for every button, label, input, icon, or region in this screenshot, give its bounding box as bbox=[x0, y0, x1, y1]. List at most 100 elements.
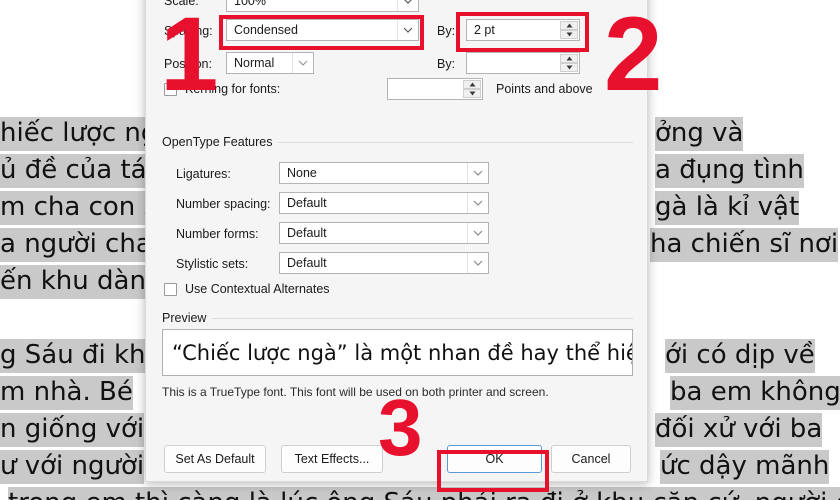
document-text-run: ủ đề của tác bbox=[0, 154, 161, 188]
number-spacing-value: Default bbox=[287, 196, 327, 210]
document-text-run: ha chiến sĩ nơi bbox=[650, 228, 839, 262]
document-text-line: gà là kỉ vật bbox=[655, 189, 800, 226]
spacing-value: Condensed bbox=[234, 23, 298, 37]
contextual-alternates-row: Use Contextual Alternates bbox=[164, 282, 330, 296]
set-as-default-label: Set As Default bbox=[175, 452, 255, 466]
kerning-spin-buttons[interactable] bbox=[463, 80, 481, 98]
document-text-run: hiếc lược ng bbox=[0, 117, 158, 151]
number-forms-label: Number forms: bbox=[176, 227, 259, 241]
document-text-line: n giống với bbox=[0, 411, 145, 448]
contextual-alternates-checkbox[interactable] bbox=[164, 282, 177, 296]
position-value: Normal bbox=[234, 56, 275, 70]
document-text-line: ba em không bbox=[670, 374, 840, 411]
document-text-line: m nhà. Bé bbox=[0, 374, 133, 411]
number-spacing-label: Number spacing: bbox=[176, 197, 271, 211]
document-text-line: ởng và bbox=[655, 115, 744, 152]
chevron-down-icon[interactable] bbox=[292, 53, 313, 73]
spacing-by-label: By: bbox=[437, 24, 456, 38]
kerning-suffix-label: Points and above bbox=[496, 82, 593, 96]
document-text-line: ha chiến sĩ nơi bbox=[650, 226, 839, 263]
spinner-down-icon[interactable] bbox=[463, 89, 481, 98]
spinner-down-icon[interactable] bbox=[560, 30, 578, 39]
document-text-line: a đụng tình bbox=[655, 152, 804, 189]
document-text-run: ức dậy mãnh bbox=[660, 450, 830, 484]
document-text-line: ến khu dàn bbox=[0, 263, 146, 300]
document-text-line: ư với người bbox=[0, 448, 145, 485]
position-combo[interactable]: Normal bbox=[226, 52, 314, 74]
preview-text: “Chiếc lược ngà” là một nhan đề hay thể … bbox=[172, 340, 632, 365]
annotation-marker-1: 1 bbox=[160, 0, 219, 113]
cancel-label: Cancel bbox=[571, 452, 611, 466]
document-text-run: a đụng tình bbox=[655, 154, 804, 188]
kerning-points-spinner[interactable] bbox=[387, 78, 483, 100]
document-text-line: trong em thì càng là lúc ông Sáu phải ra… bbox=[8, 485, 840, 500]
document-text-line: g Sáu đi kh bbox=[0, 337, 146, 374]
text-effects-button[interactable]: Text Effects... bbox=[281, 445, 383, 473]
document-text-line: ức dậy mãnh bbox=[660, 448, 830, 485]
document-text-run: ư với người bbox=[0, 450, 145, 484]
document-text-run: m cha con s bbox=[0, 191, 158, 225]
preview-box: “Chiếc lược ngà” là một nhan đề hay thể … bbox=[162, 329, 633, 376]
document-text-run: trong em thì càng là lúc ông Sáu phải ra… bbox=[8, 487, 840, 500]
number-forms-combo[interactable]: Default bbox=[279, 222, 489, 244]
ligatures-label: Ligatures: bbox=[176, 167, 231, 181]
document-text-run: ới có dịp về bbox=[665, 339, 815, 373]
scale-combo[interactable]: 100% bbox=[226, 0, 419, 12]
chevron-down-icon[interactable] bbox=[467, 253, 488, 273]
cancel-button[interactable]: Cancel bbox=[551, 445, 631, 473]
document-text-line: hiếc lược ng bbox=[0, 115, 158, 152]
chevron-down-icon[interactable] bbox=[467, 223, 488, 243]
spinner-up-icon[interactable] bbox=[560, 54, 578, 63]
preview-group-rule bbox=[208, 318, 633, 319]
annotation-marker-3: 3 bbox=[378, 383, 423, 472]
preview-group-title: Preview bbox=[162, 311, 213, 325]
annotation-marker-2: 2 bbox=[604, 0, 663, 113]
document-text-run: gà là kỉ vật bbox=[655, 191, 800, 225]
stylistic-sets-label: Stylistic sets: bbox=[176, 257, 249, 271]
opentype-group-title: OpenType Features bbox=[162, 135, 279, 149]
spinner-up-icon[interactable] bbox=[463, 80, 481, 89]
spacing-by-spin-buttons[interactable] bbox=[560, 21, 578, 39]
document-text-run: m nhà. Bé bbox=[0, 376, 133, 410]
chevron-down-icon[interactable] bbox=[467, 163, 488, 183]
document-text-line: ủ đề của tác bbox=[0, 152, 161, 189]
truetype-note: This is a TrueType font. This font will … bbox=[162, 385, 549, 399]
document-text-line: m cha con s bbox=[0, 189, 158, 226]
position-by-spin-buttons[interactable] bbox=[560, 54, 578, 72]
document-text-line: ới có dịp về bbox=[665, 337, 815, 374]
document-text-run: g Sáu đi kh bbox=[0, 339, 146, 373]
document-text-run: ến khu dàn bbox=[0, 265, 146, 299]
scale-value: 100% bbox=[234, 0, 266, 8]
ligatures-combo[interactable]: None bbox=[279, 162, 489, 184]
document-text-run: a người cha bbox=[0, 228, 152, 262]
opentype-group-rule bbox=[273, 142, 633, 143]
stylistic-sets-combo[interactable]: Default bbox=[279, 252, 489, 274]
position-by-label: By: bbox=[437, 57, 456, 71]
spinner-down-icon[interactable] bbox=[560, 63, 578, 72]
document-text-line: đối xử với ba bbox=[655, 411, 823, 448]
document-text-run: đối xử với ba bbox=[655, 413, 823, 447]
number-spacing-row: Number spacing: bbox=[176, 197, 271, 211]
chevron-down-icon[interactable] bbox=[397, 0, 418, 11]
spacing-by-value: 2 pt bbox=[474, 23, 495, 37]
spacing-by-spinner[interactable]: 2 pt bbox=[466, 19, 580, 41]
ligatures-row: Ligatures: bbox=[176, 167, 231, 181]
ok-label: OK bbox=[485, 452, 504, 466]
number-spacing-combo[interactable]: Default bbox=[279, 192, 489, 214]
ligatures-value: None bbox=[287, 166, 317, 180]
spacing-combo[interactable]: Condensed bbox=[226, 19, 419, 41]
position-by-spinner[interactable] bbox=[466, 52, 580, 74]
chevron-down-icon[interactable] bbox=[467, 193, 488, 213]
chevron-down-icon[interactable] bbox=[397, 20, 418, 40]
set-as-default-button[interactable]: Set As Default bbox=[164, 445, 266, 473]
document-text-run: ởng và bbox=[655, 117, 744, 151]
screenshot-root: hiếc lược ng ởng và ủ đề của tác a đụng tìn… bbox=[0, 0, 840, 500]
spinner-up-icon[interactable] bbox=[560, 21, 578, 30]
ok-button[interactable]: OK bbox=[447, 445, 542, 473]
document-text-line: a người cha bbox=[0, 226, 152, 263]
number-forms-value: Default bbox=[287, 226, 327, 240]
document-text-run: ba em không bbox=[670, 376, 840, 410]
stylistic-sets-row: Stylistic sets: bbox=[176, 257, 248, 271]
text-effects-label: Text Effects... bbox=[294, 452, 370, 466]
document-text-run: n giống với bbox=[0, 413, 145, 447]
